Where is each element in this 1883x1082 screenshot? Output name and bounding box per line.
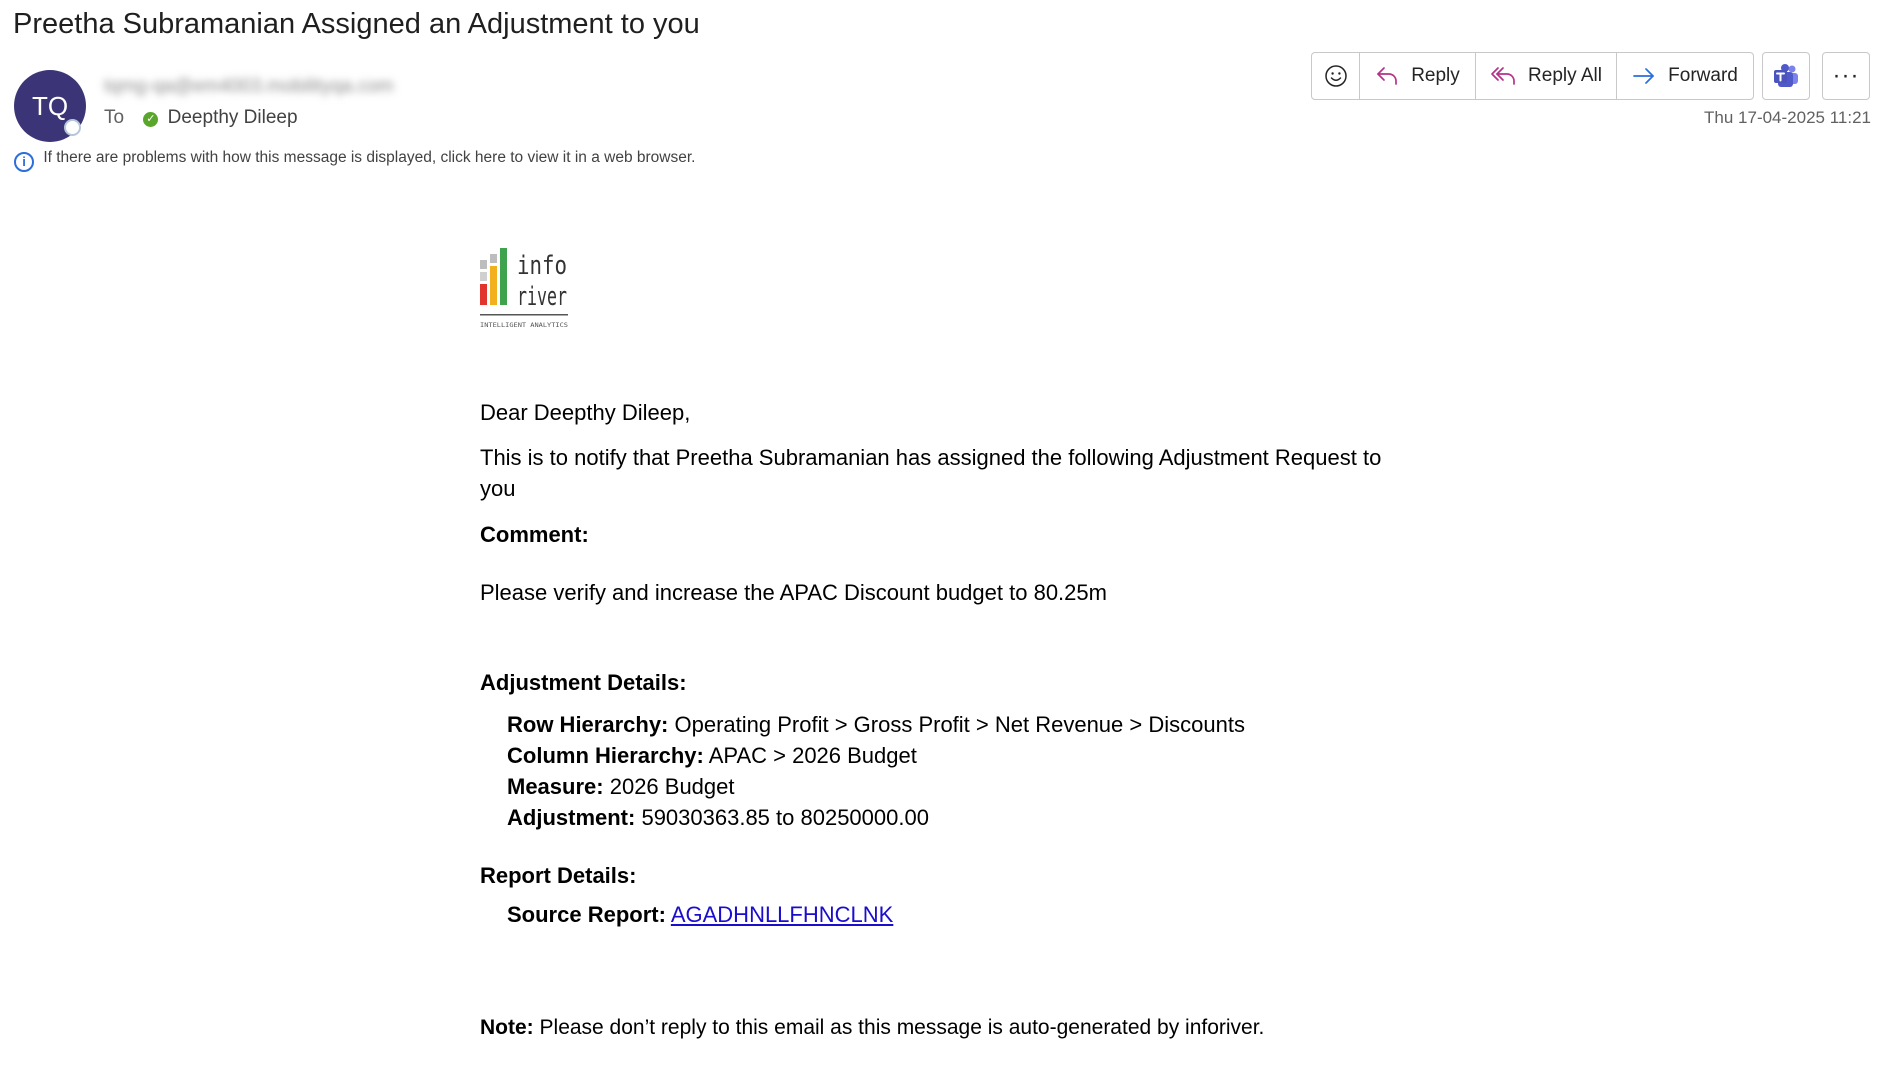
info-bar[interactable]: i If there are problems with how this me… <box>14 149 695 172</box>
to-label: To <box>104 107 125 128</box>
note-text: Please don’t reply to this email as this… <box>539 1016 1265 1039</box>
measure-value: 2026 Budget <box>609 774 735 799</box>
source-report-label: Source Report: <box>507 902 666 927</box>
forward-label: Forward <box>1668 65 1738 86</box>
react-button[interactable] <box>1312 53 1360 99</box>
email-subject: Preetha Subramanian Assigned an Adjustme… <box>13 8 700 40</box>
message-actions: Reply Reply All Forward <box>1311 52 1754 100</box>
row-hierarchy-label: Row Hierarchy: <box>507 712 669 737</box>
column-hierarchy-label: Column Hierarchy: <box>507 743 704 768</box>
adjustment-details: Row Hierarchy: Operating Profit > Gross … <box>507 709 1245 833</box>
comment-text: Please verify and increase the APAC Disc… <box>480 580 1107 605</box>
reply-button[interactable]: Reply <box>1360 53 1476 99</box>
forward-arrow-icon <box>1632 66 1656 86</box>
row-hierarchy-value: Operating Profit > Gross Profit > Net Re… <box>674 712 1245 737</box>
adjustment-label: Adjustment: <box>507 805 636 830</box>
column-hierarchy-row: Column Hierarchy: APAC > 2026 Budget <box>507 740 1245 771</box>
reply-all-button[interactable]: Reply All <box>1476 53 1617 99</box>
reply-all-icon <box>1490 65 1516 87</box>
teams-button[interactable] <box>1762 52 1810 100</box>
logo-tagline: INTELLIGENT ANALYTICS <box>480 321 568 329</box>
logo-text-river: river <box>517 282 567 312</box>
intro-text: This is to notify that Preetha Subramani… <box>480 445 1382 501</box>
measure-row: Measure: 2026 Budget <box>507 771 1245 802</box>
forward-button[interactable]: Forward <box>1617 53 1753 99</box>
presence-status-icon <box>64 119 81 136</box>
note-label: Note: <box>480 1016 534 1039</box>
note: Note: Please don’t reply to this email a… <box>480 1016 1264 1040</box>
source-report-row: Source Report: AGADHNLLFHNCLNK <box>507 902 893 928</box>
email-body: info river INTELLIGENT ANALYTICS Dear De… <box>480 240 1400 1039</box>
row-hierarchy-row: Row Hierarchy: Operating Profit > Gross … <box>507 709 1245 740</box>
teams-icon <box>1772 63 1800 89</box>
reply-label: Reply <box>1411 65 1460 86</box>
report-details-heading: Report Details: <box>480 863 637 888</box>
smiley-icon <box>1324 64 1348 88</box>
adjustment-details-heading: Adjustment Details: <box>480 670 687 695</box>
reply-icon <box>1375 65 1399 87</box>
adjustment-value: 59030363.85 to 80250000.00 <box>641 805 929 830</box>
more-options-button[interactable]: ··· <box>1822 52 1870 100</box>
source-report-link[interactable]: AGADHNLLFHNCLNK <box>671 902 894 927</box>
adjustment-row: Adjustment: 59030363.85 to 80250000.00 <box>507 802 1245 833</box>
recipient-name[interactable]: Deepthy Dileep <box>168 107 298 128</box>
greeting: Dear Deepthy Dileep, <box>480 400 691 425</box>
recipient-line: To ✓ Deepthy Dileep <box>104 107 298 129</box>
received-date: Thu 17-04-2025 11:21 <box>1704 108 1871 127</box>
column-hierarchy-value: APAC > 2026 Budget <box>708 743 917 768</box>
info-bar-text[interactable]: If there are problems with how this mess… <box>43 149 695 166</box>
comment-heading: Comment: <box>480 522 589 547</box>
reply-all-label: Reply All <box>1528 65 1602 86</box>
inforiver-logo: info river INTELLIGENT ANALYTICS <box>480 248 568 329</box>
available-status-icon: ✓ <box>143 112 159 127</box>
logo-text-info: info <box>517 251 567 281</box>
sender-address[interactable]: tqmg-qa@em4003.mobilityqa.com <box>104 76 456 100</box>
info-icon: i <box>14 152 34 172</box>
measure-label: Measure: <box>507 774 604 799</box>
